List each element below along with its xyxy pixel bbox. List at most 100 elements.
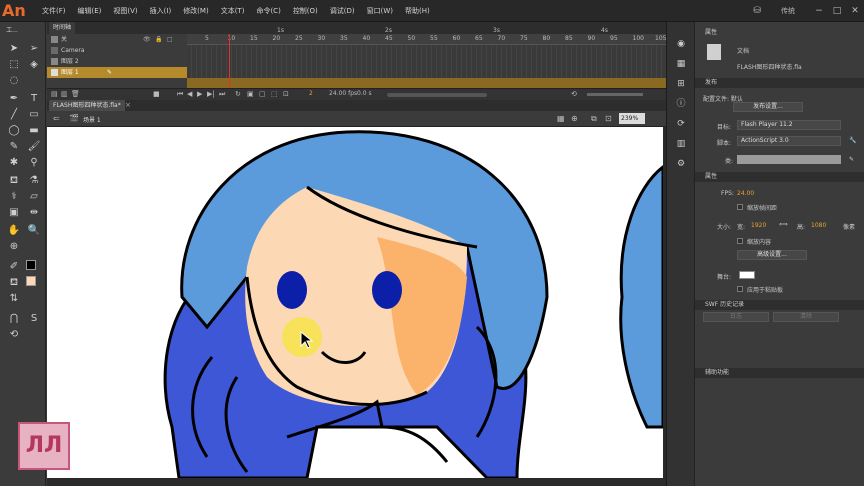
layer-row-selected[interactable]: 图层 1 ✎ bbox=[47, 67, 187, 78]
line-tool-icon[interactable]: ╱ bbox=[6, 108, 22, 122]
onion-skin-icon[interactable]: ▣ bbox=[247, 90, 254, 98]
menu-item[interactable]: 编辑(E) bbox=[72, 0, 108, 22]
snap-icon[interactable]: ⋂ bbox=[6, 312, 22, 326]
transform-icon[interactable]: ⟳ bbox=[675, 118, 687, 130]
publish-settings-button[interactable]: 发布设置... bbox=[733, 102, 803, 112]
current-frame[interactable]: 2 bbox=[309, 90, 313, 97]
menu-item[interactable]: 控制(O) bbox=[287, 0, 324, 22]
width-value[interactable]: 1920 bbox=[751, 222, 766, 229]
frame-row[interactable] bbox=[187, 67, 666, 78]
straighten-icon[interactable]: ⟲ bbox=[6, 328, 22, 342]
properties-section[interactable]: 属性 bbox=[695, 172, 864, 182]
new-folder-icon[interactable]: ▥ bbox=[61, 90, 68, 98]
zoom-slider[interactable] bbox=[587, 93, 643, 96]
center-frame-icon[interactable]: ⟲ bbox=[571, 90, 577, 98]
publish-section[interactable]: 发布 bbox=[695, 78, 864, 88]
layer-row[interactable]: Camera bbox=[47, 45, 187, 56]
frame-ruler[interactable]: 5 10 15 20 25 30 35 40 45 50 55 60 65 70 75 80 85 90 95 100… bbox=[187, 27, 666, 45]
fast-forward-icon[interactable]: ⏭ bbox=[219, 90, 225, 99]
edit-multiple-icon[interactable]: ⬚ bbox=[271, 90, 278, 98]
brush-tool-icon[interactable]: 🖌 bbox=[26, 140, 42, 154]
menu-item[interactable]: 帮助(H) bbox=[399, 0, 436, 22]
width-tool-icon[interactable]: ⇹ bbox=[26, 206, 42, 220]
menu-item[interactable]: 命令(C) bbox=[250, 0, 286, 22]
text-tool-icon[interactable]: T bbox=[26, 92, 42, 106]
play-icon[interactable]: ▶ bbox=[197, 90, 202, 98]
eyedropper-icon[interactable]: ⚕ bbox=[6, 190, 22, 204]
accessibility-section[interactable]: 辅助功能 bbox=[695, 368, 864, 378]
oval-tool-icon[interactable]: ◯ bbox=[6, 124, 22, 138]
rewind-icon[interactable]: ⏮ bbox=[177, 90, 183, 99]
frame-grid[interactable]: 5 10 15 20 25 30 35 40 45 50 55 60 65 70 75 80 85 90 95 100… bbox=[187, 27, 666, 89]
rectangle-tool-icon[interactable]: ▭ bbox=[26, 108, 42, 122]
menu-item[interactable]: 视图(V) bbox=[107, 0, 143, 22]
outline-icon[interactable]: □ bbox=[167, 34, 173, 45]
camera-toggle-icon[interactable]: ■ bbox=[153, 90, 160, 98]
workspace-switcher[interactable]: 传统 bbox=[766, 0, 810, 22]
fps-value[interactable]: 24.00 bbox=[737, 190, 754, 197]
smooth-icon[interactable]: S bbox=[26, 312, 42, 326]
delete-layer-icon[interactable]: 🗑 bbox=[71, 90, 80, 98]
scale-spacing-checkbox[interactable] bbox=[737, 204, 743, 210]
paste-board-checkbox[interactable] bbox=[737, 286, 743, 292]
center-stage-icon[interactable]: ⊡ bbox=[605, 114, 612, 123]
stroke-color-icon[interactable]: ✐ bbox=[6, 260, 22, 274]
onion-outline-icon[interactable]: ▢ bbox=[259, 90, 266, 98]
visibility-icon[interactable]: 👁 bbox=[143, 34, 151, 45]
layer-row[interactable]: 图层 2 bbox=[47, 56, 187, 67]
ink-bottle-icon[interactable]: ⚗ bbox=[26, 174, 42, 188]
close-button[interactable]: ✕ bbox=[846, 0, 864, 22]
layer-row[interactable]: 关 👁 🔒 □ bbox=[47, 34, 187, 45]
swf-history-section[interactable]: SWF 历史记录 bbox=[695, 300, 864, 310]
camera-tool-icon[interactable]: ▣ bbox=[6, 206, 22, 220]
wrench-icon[interactable]: 🔧 bbox=[849, 137, 856, 144]
swap-colors-icon[interactable]: ⇅ bbox=[6, 292, 22, 306]
components-icon[interactable]: ⚙ bbox=[675, 158, 687, 170]
paint-bucket-icon[interactable]: ⛾ bbox=[6, 174, 22, 188]
menu-item[interactable]: 插入(I) bbox=[144, 0, 178, 22]
zoom-tool-icon[interactable]: 🔍 bbox=[26, 224, 42, 238]
sync-icon[interactable]: ⛁ bbox=[748, 0, 766, 22]
link-icon[interactable]: ⟺ bbox=[779, 221, 788, 228]
timeline-scrollbar[interactable] bbox=[387, 93, 487, 97]
clear-button[interactable]: 清除 bbox=[773, 312, 839, 322]
step-forward-icon[interactable]: ▶| bbox=[207, 90, 215, 98]
color-panel-icon[interactable]: ◉ bbox=[675, 38, 687, 50]
horizontal-scrollbar[interactable] bbox=[47, 478, 663, 486]
step-back-icon[interactable]: ◀ bbox=[187, 90, 192, 98]
clip-stage-icon[interactable]: ⧉ bbox=[591, 114, 597, 124]
log-button[interactable]: 日志 bbox=[703, 312, 769, 322]
menu-item[interactable]: 文件(F) bbox=[36, 0, 72, 22]
frame-row[interactable] bbox=[187, 45, 666, 56]
menu-item[interactable]: 文本(T) bbox=[215, 0, 251, 22]
selection-tool-icon[interactable]: ➤ bbox=[6, 42, 22, 56]
frame-row[interactable] bbox=[187, 56, 666, 67]
menu-item[interactable]: 修改(M) bbox=[177, 0, 215, 22]
height-value[interactable]: 1080 bbox=[811, 222, 826, 229]
align-icon[interactable]: ⊞ bbox=[675, 78, 687, 90]
script-select[interactable]: ActionScript 3.0 bbox=[737, 136, 841, 146]
lock-icon[interactable]: 🔒 bbox=[155, 34, 162, 45]
edit-symbol-icon[interactable]: ⊕ bbox=[571, 114, 578, 123]
menu-item[interactable]: 窗口(W) bbox=[361, 0, 399, 22]
gradient-transform-icon[interactable]: ◈ bbox=[26, 58, 42, 72]
advanced-settings-button[interactable]: 高级设置... bbox=[737, 250, 807, 260]
swatches-icon[interactable]: ▦ bbox=[675, 58, 687, 70]
zoom-select[interactable]: 239% bbox=[619, 113, 645, 124]
library-icon[interactable]: ▥ bbox=[675, 138, 687, 150]
rotate-tool-icon[interactable]: ⊕ bbox=[6, 240, 22, 254]
modify-markers-icon[interactable]: ⊡ bbox=[283, 90, 289, 98]
menu-item[interactable]: 调试(D) bbox=[324, 0, 361, 22]
minimize-button[interactable]: − bbox=[810, 0, 828, 22]
class-field[interactable] bbox=[737, 155, 841, 164]
fill-color-icon[interactable]: ⛾ bbox=[6, 276, 22, 290]
stage-color-swatch[interactable] bbox=[739, 271, 755, 279]
playhead[interactable] bbox=[229, 34, 230, 88]
back-arrow-icon[interactable]: ⇐ bbox=[53, 114, 60, 123]
pencil-tool-icon[interactable]: ✎ bbox=[6, 140, 22, 154]
bone-tool-icon[interactable]: ⚲ bbox=[26, 156, 42, 170]
stage-canvas[interactable] bbox=[47, 127, 663, 478]
subselection-tool-icon[interactable]: ➢ bbox=[26, 42, 42, 56]
edit-class-icon[interactable]: ✎ bbox=[849, 156, 854, 163]
info-icon[interactable]: ⓘ bbox=[675, 98, 687, 110]
